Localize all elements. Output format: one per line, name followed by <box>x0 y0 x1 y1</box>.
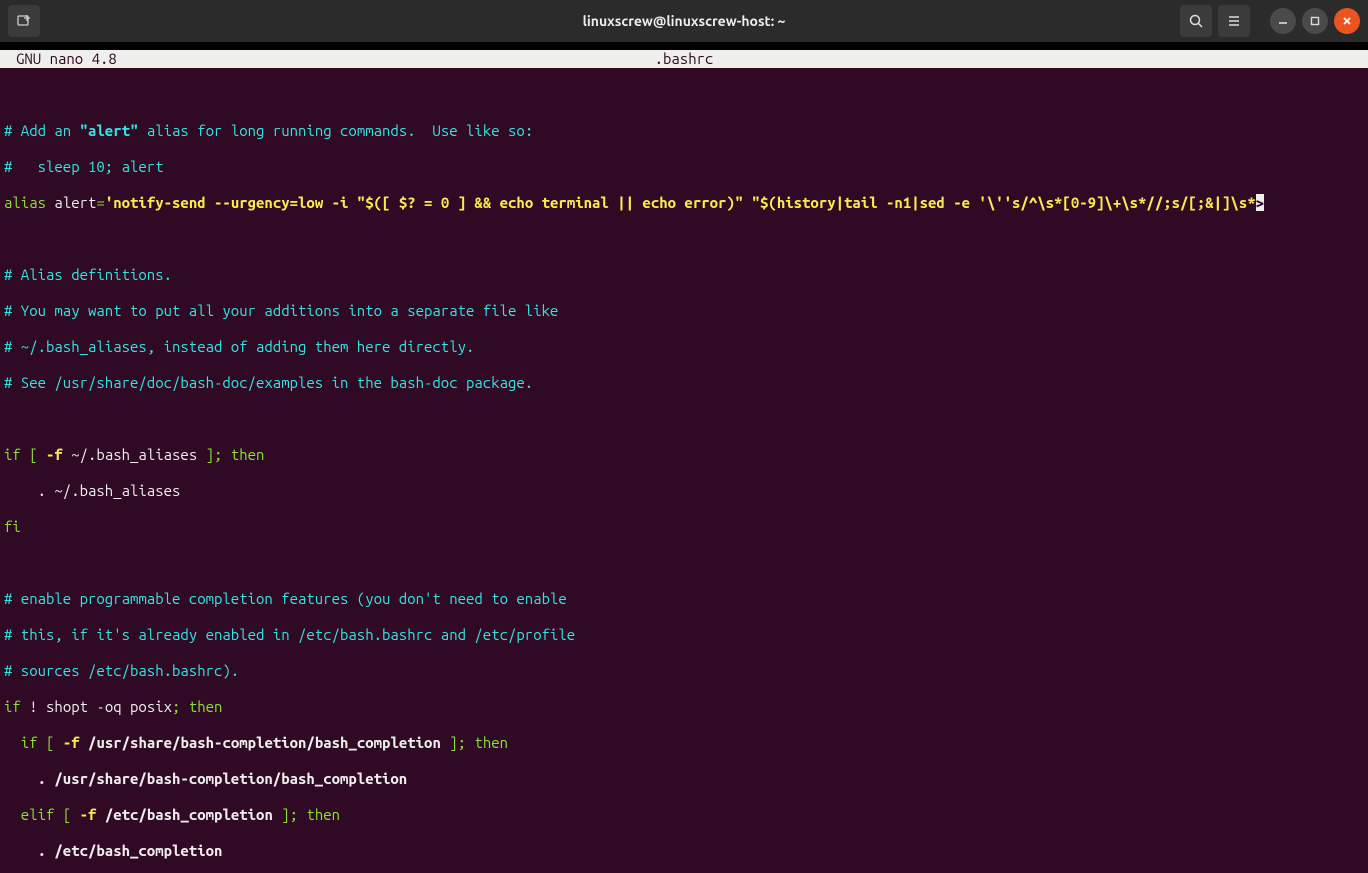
code-text: # Alias definitions. <box>4 266 172 283</box>
new-tab-button[interactable] <box>8 5 40 37</box>
code-text: alias for long running commands. Use lik… <box>138 122 533 139</box>
code-text: . /etc/bash_completion <box>4 842 222 859</box>
code-text: ; then <box>214 446 264 463</box>
code-text: ] <box>449 734 457 751</box>
code-text: shopt -oq posix <box>46 698 172 715</box>
search-button[interactable] <box>1180 5 1212 37</box>
code-text: alias <box>4 194 46 211</box>
close-button[interactable] <box>1334 8 1360 34</box>
code-text: if <box>4 698 21 715</box>
window-titlebar: linuxscrew@linuxscrew-host: ~ <box>0 0 1368 42</box>
nano-app-label: GNU nano 4.8 <box>4 50 264 68</box>
code-text: -f <box>63 734 80 751</box>
code-text: # Add an <box>4 122 80 139</box>
code-text: "alert" <box>80 122 139 139</box>
code-text: [ <box>46 734 63 751</box>
code-text: /usr/share/bash-completion/bash_completi… <box>80 734 450 751</box>
code-text: # sources /etc/bash.bashrc). <box>4 662 239 679</box>
minimize-button[interactable] <box>1270 8 1296 34</box>
code-text: # ~/.bash_aliases, instead of adding the… <box>4 338 474 355</box>
code-text: # See /usr/share/doc/bash-doc/examples i… <box>4 374 533 391</box>
code-text: [ <box>29 446 46 463</box>
code-text: . /usr/share/bash-completion/bash_comple… <box>4 770 407 787</box>
code-text: -f <box>80 806 97 823</box>
code-text: ] <box>281 806 289 823</box>
code-text: # this, if it's already enabled in /etc/… <box>4 626 575 643</box>
code-text: if <box>4 446 29 463</box>
code-text: ~/.bash_aliases <box>63 446 206 463</box>
code-text: ] <box>206 446 214 463</box>
code-text: # sleep 10; alert <box>4 158 164 175</box>
code-text: ; then <box>172 698 222 715</box>
code-text: /etc/bash_completion <box>96 806 281 823</box>
code-text: 'notify-send --urgency=low -i "$([ $? = … <box>105 194 1256 211</box>
code-text: if <box>4 734 46 751</box>
code-text: [ <box>63 806 80 823</box>
code-text: # You may want to put all your additions… <box>4 302 558 319</box>
hamburger-menu-button[interactable] <box>1218 5 1250 37</box>
code-text: alert <box>46 194 96 211</box>
nano-header-bar: GNU nano 4.8 .bashrc <box>0 50 1368 68</box>
code-text: . ~/.bash_aliases <box>4 482 180 499</box>
maximize-button[interactable] <box>1302 8 1328 34</box>
code-text: -f <box>46 446 63 463</box>
code-text: elif <box>4 806 63 823</box>
code-text: ; then <box>458 734 508 751</box>
code-text: # enable programmable completion feature… <box>4 590 567 607</box>
nano-filename: .bashrc <box>264 50 1104 68</box>
code-text: ! <box>21 698 46 715</box>
titlebar-gap <box>0 42 1368 50</box>
window-title: linuxscrew@linuxscrew-host: ~ <box>0 12 1368 30</box>
editor-area[interactable]: # Add an "alert" alias for long running … <box>0 68 1368 873</box>
line-continuation-marker: > <box>1256 194 1264 211</box>
code-text: fi <box>4 518 21 535</box>
code-text: = <box>96 194 104 211</box>
code-text: ; then <box>290 806 340 823</box>
